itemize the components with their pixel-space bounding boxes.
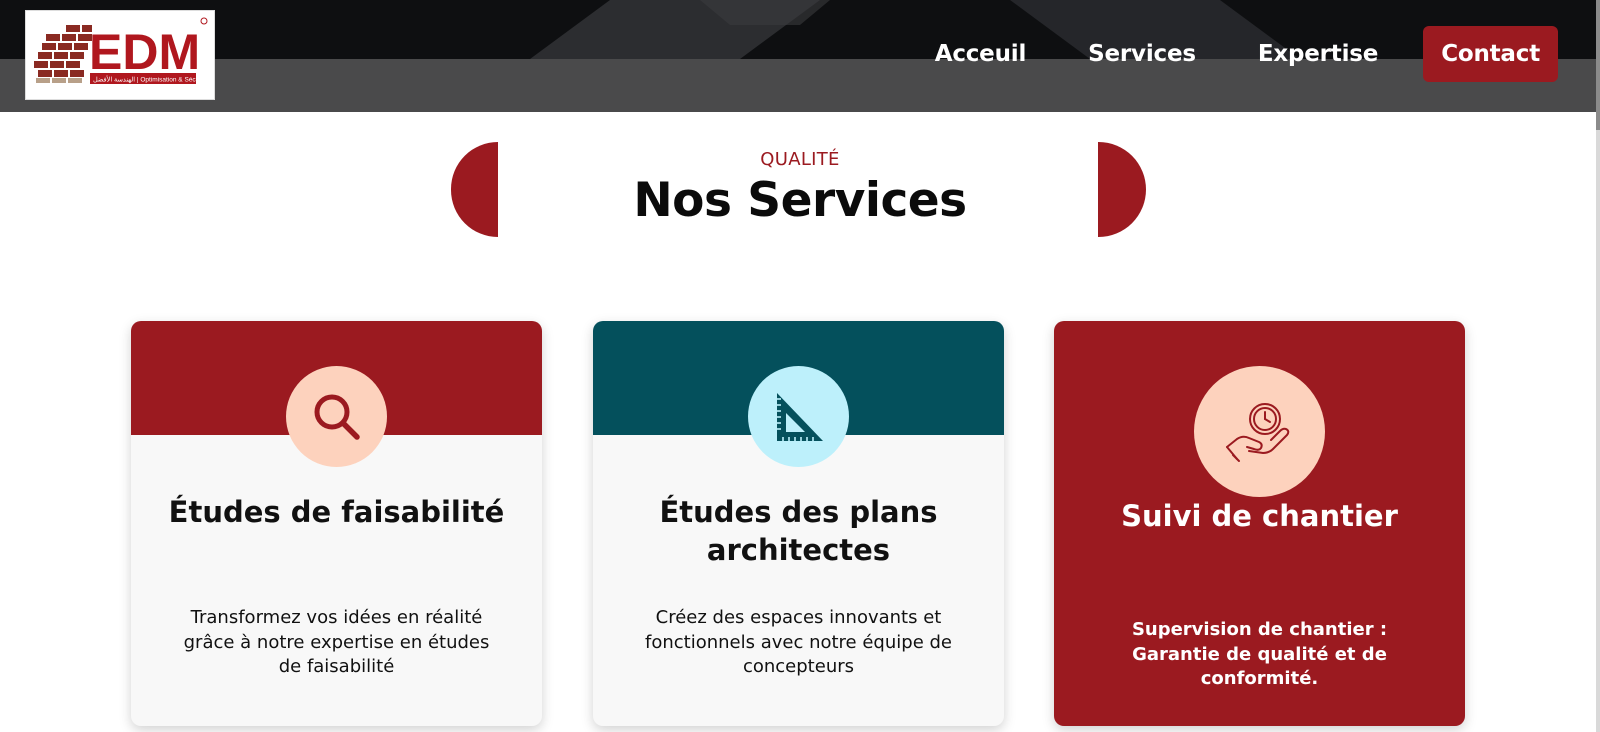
service-card-feasibility[interactable]: Études de faisabilité Transformez vos id… xyxy=(131,321,542,726)
company-logo[interactable]: EDM الهندسة الأفضل | Optimisation & Sécu… xyxy=(25,10,215,100)
card-title: Études de faisabilité xyxy=(168,495,505,529)
card-title: Suivi de chantier xyxy=(1121,499,1398,533)
service-card-site-supervision[interactable]: Suivi de chantier Supervision de chantie… xyxy=(1054,321,1465,726)
scrollbar-thumb[interactable] xyxy=(1596,0,1600,130)
section-eyebrow: QUALITÉ xyxy=(760,149,840,170)
nav-link-acceuil[interactable]: Acceuil xyxy=(935,26,1027,82)
card-icon-circle xyxy=(1194,366,1325,497)
card-icon-circle xyxy=(748,366,849,467)
logo-graphic: EDM الهندسة الأفضل | Optimisation & Sécu… xyxy=(34,17,209,84)
search-icon xyxy=(314,394,360,440)
main-navigation: Acceuil Services Expertise Contact xyxy=(873,26,1558,82)
contact-button[interactable]: Contact xyxy=(1423,26,1558,82)
card-icon-circle xyxy=(286,366,387,467)
card-description: Créez des espaces innovants et fonctionn… xyxy=(644,607,952,677)
logo-brand-text: EDM xyxy=(89,24,200,80)
site-header: EDM الهندسة الأفضل | Optimisation & Sécu… xyxy=(0,0,1600,112)
nav-link-services[interactable]: Services xyxy=(1088,26,1196,82)
service-card-architect-plans[interactable]: Études des plans architectes Créez des e… xyxy=(593,321,1004,726)
scrollbar-track[interactable] xyxy=(1596,0,1600,732)
card-description: Supervision de chantier : Garantie de qu… xyxy=(1131,619,1388,689)
card-title: Études des plans architectes xyxy=(659,495,938,567)
hand-clock-icon xyxy=(1225,402,1289,462)
set-square-icon xyxy=(776,392,823,441)
nav-link-expertise[interactable]: Expertise xyxy=(1258,26,1379,82)
section-title: Nos Services xyxy=(633,173,967,228)
card-description: Transformez vos idées en réalité grâce à… xyxy=(183,607,490,677)
